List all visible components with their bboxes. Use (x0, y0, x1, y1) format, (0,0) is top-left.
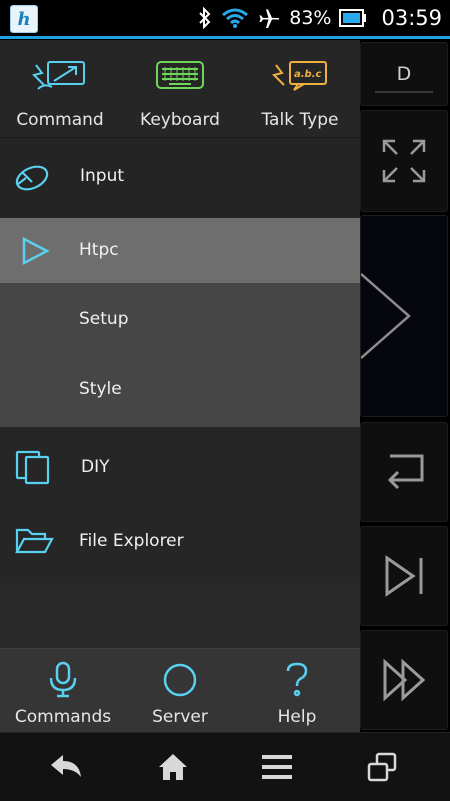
circle-icon (163, 663, 197, 697)
menu-icon (262, 755, 292, 779)
status-clock: 03:59 (381, 6, 442, 30)
microphone-icon (49, 661, 77, 698)
accent-divider (0, 36, 450, 39)
menu-item-file-explorer[interactable]: File Explorer (0, 507, 360, 577)
home-icon (159, 754, 187, 780)
system-navigation-bar (0, 732, 450, 801)
play-icon (22, 236, 50, 266)
next-track-button[interactable] (360, 526, 448, 626)
command-icon (32, 61, 85, 90)
talk-type-icon: a.b.c (272, 61, 327, 91)
tab-commands[interactable]: Commands (3, 649, 123, 733)
menu-item-setup[interactable]: Setup (0, 283, 360, 353)
enter-button[interactable] (360, 422, 448, 522)
tab-command[interactable]: Command (0, 40, 120, 137)
bluetooth-icon (199, 7, 211, 29)
menu-item-style-label: Style (79, 379, 122, 399)
menu-item-diy-label: DIY (81, 457, 110, 477)
menu-item-diy[interactable]: DIY (0, 427, 360, 507)
tile-d-button[interactable]: D (360, 42, 448, 106)
fullscreen-icon (382, 139, 426, 183)
skip-next-icon (385, 555, 423, 597)
question-icon (286, 662, 308, 697)
enter-icon (387, 454, 424, 490)
menu-item-file-explorer-label: File Explorer (79, 531, 184, 551)
tab-keyboard[interactable]: Keyboard (120, 40, 240, 137)
app-notification-icon: h (10, 5, 38, 33)
menu-item-htpc-label: Htpc (79, 240, 119, 260)
play-button[interactable] (360, 215, 448, 417)
play-icon (361, 273, 411, 359)
mouse-icon (15, 165, 49, 191)
tab-talk-type-label: Talk Type (261, 110, 339, 130)
back-button[interactable] (10, 733, 122, 801)
menu-button[interactable] (221, 733, 333, 801)
recent-apps-button[interactable] (326, 733, 438, 801)
tab-command-label: Command (16, 110, 104, 130)
airplane-mode-icon (259, 9, 280, 28)
photos-icon (15, 450, 50, 485)
remote-control-panel: D (360, 40, 450, 732)
tab-server-label: Server (152, 707, 208, 727)
menu-item-setup-label: Setup (79, 309, 129, 329)
folder-open-icon (15, 528, 54, 554)
keyboard-icon (156, 61, 204, 89)
menu-item-htpc[interactable]: Htpc (0, 218, 360, 283)
battery-icon (339, 9, 367, 27)
home-button[interactable] (117, 733, 229, 801)
tile-d-label: D (396, 63, 412, 85)
fast-forward-button[interactable] (360, 630, 448, 730)
battery-percent: 83% (289, 7, 332, 29)
fullscreen-button[interactable] (360, 110, 448, 212)
status-bar: h 83% 03:59 (0, 0, 450, 36)
menu-item-input[interactable]: Input (0, 138, 360, 218)
menu-item-style[interactable]: Style (0, 353, 360, 427)
tab-help-label: Help (277, 707, 317, 727)
tab-server[interactable]: Server (120, 649, 240, 733)
wifi-icon (222, 8, 249, 28)
navigation-drawer: Command Keyboard a.b.c Talk Type Input H… (0, 40, 360, 733)
svg-text:a.b.c: a.b.c (294, 69, 322, 80)
tab-commands-label: Commands (14, 707, 112, 727)
fast-forward-icon (383, 658, 426, 702)
tab-help[interactable]: Help (237, 649, 357, 733)
tab-talk-type[interactable]: a.b.c Talk Type (240, 40, 360, 137)
tab-keyboard-label: Keyboard (140, 110, 220, 130)
drawer-bottom-tabs: Commands Server Help (0, 648, 360, 733)
menu-item-input-label: Input (80, 166, 125, 186)
drawer-top-tabs: Command Keyboard a.b.c Talk Type (0, 40, 360, 138)
back-icon (51, 755, 81, 777)
recent-apps-icon (367, 752, 397, 782)
